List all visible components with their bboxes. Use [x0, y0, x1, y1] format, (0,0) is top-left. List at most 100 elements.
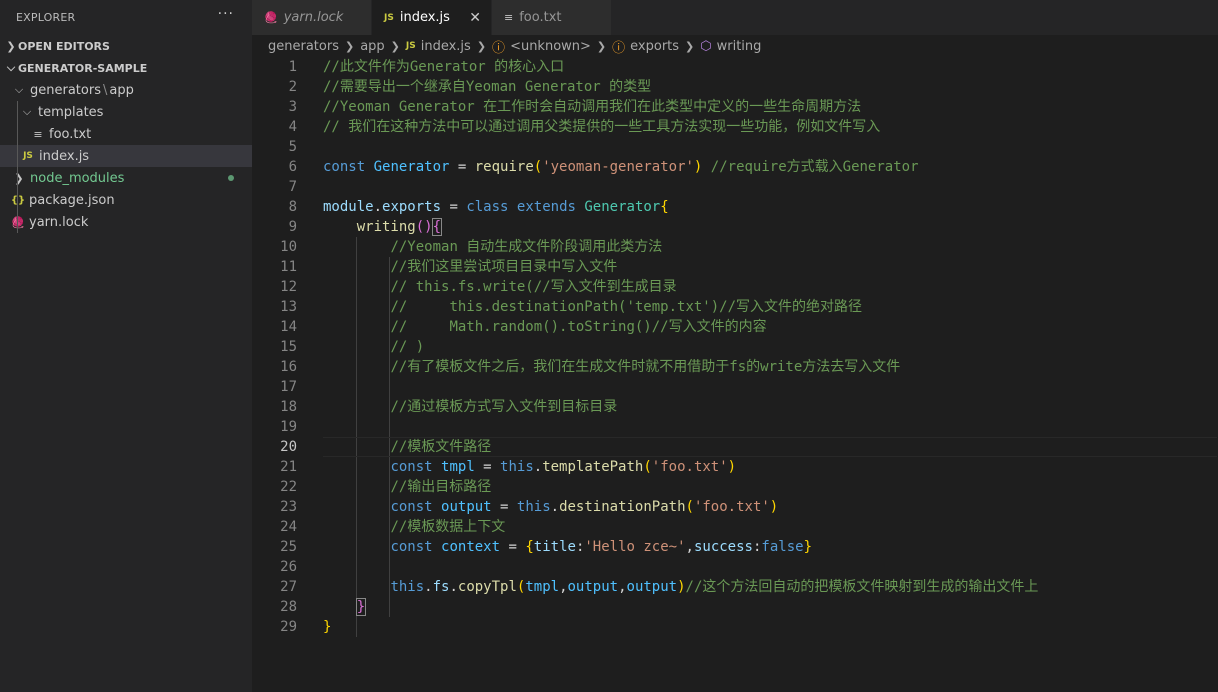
line-content: //模板文件路径 — [323, 437, 491, 457]
line-number: 6 — [288, 159, 297, 175]
breadcrumb-item[interactable]: generators — [268, 39, 339, 54]
code-token: extends — [516, 199, 576, 215]
breadcrumb-item[interactable]: writing — [717, 39, 762, 54]
code-editor[interactable]: 1 //此文件作为Generator 的核心入口 2 //需要导出一个继承自Yeom… — [252, 57, 1218, 692]
code-token: . — [424, 579, 433, 595]
code-line: 23 const output = this.destinationPath('… — [252, 497, 1218, 517]
line-number: 13 — [280, 299, 297, 315]
code-line: 26 — [252, 557, 1218, 577]
line-content: //Yeoman 自动生成文件阶段调用此类方法 — [323, 237, 662, 257]
line-number: 19 — [280, 419, 297, 435]
code-line: 21 const tmpl = this.templatePath('foo.t… — [252, 457, 1218, 477]
line-content: //模板数据上下文 — [323, 517, 505, 537]
code-token: // ) — [390, 339, 425, 355]
breadcrumb-item[interactable]: exports — [630, 39, 679, 54]
code-token: . — [550, 499, 560, 515]
breadcrumb-item[interactable]: <unknown> — [510, 39, 591, 54]
line-number: 3 — [288, 99, 297, 115]
line-number: 12 — [280, 279, 297, 295]
chevron-right-icon: ❯ — [685, 39, 695, 53]
line-number: 9 — [288, 219, 297, 235]
tab-index-js[interactable]: JS index.js ✕ — [372, 0, 492, 35]
code-token: . — [373, 199, 383, 215]
tree-item-node-modules[interactable]: ❯ node_modules — [0, 167, 252, 189]
breadcrumb-item[interactable]: index.js — [421, 39, 471, 54]
code-token: module — [323, 199, 374, 215]
tree-item-index-js[interactable]: JS index.js — [0, 145, 252, 167]
code-token: class — [466, 199, 509, 215]
tree-label-node-modules: node_modules — [30, 170, 125, 186]
chevron-right-icon: ❯ — [14, 171, 24, 185]
tab-foo-txt[interactable]: ≡ foo.txt — [492, 0, 612, 35]
line-content: const context = {title:'Hello zce~',succ… — [323, 537, 812, 557]
code-token: //此文件作为Generator 的核心入口 — [323, 59, 565, 75]
code-token: 'foo.txt' — [693, 499, 770, 515]
tree-label-app: app — [109, 82, 134, 98]
line-number: 11 — [280, 259, 297, 275]
symbol-icon: ⓘ — [612, 40, 626, 56]
line-content: //我们这里尝试项目目录中写入文件 — [323, 257, 617, 277]
line-content: this.fs.copyTpl(tmpl,output,output)//这个方… — [323, 577, 1038, 597]
chevron-down-icon: ⌵ — [6, 61, 16, 74]
explorer-title: EXPLORER — [16, 11, 76, 24]
modified-dot-icon — [228, 175, 234, 181]
code-token: //模板文件路径 — [390, 439, 492, 455]
line-content: //有了模板文件之后，我们在生成文件时就不用借助于fs的write方法去写入文件 — [323, 357, 900, 377]
js-file-icon: JS — [405, 41, 416, 51]
line-number: 10 — [280, 239, 297, 255]
code-line: 22 //输出目标路径 — [252, 477, 1218, 497]
line-number: 25 — [280, 539, 297, 555]
line-number: 18 — [280, 399, 297, 415]
code-token: Generator — [584, 199, 661, 215]
line-content: const Generator = require('yeoman-genera… — [323, 157, 919, 177]
code-token: ) — [677, 579, 686, 595]
code-line: 20 //模板文件路径 — [252, 437, 1218, 457]
chevron-down-icon: ⌵ — [22, 105, 32, 118]
code-token: const — [390, 539, 433, 555]
code-line: 27 this.fs.copyTpl(tmpl,output,output)//… — [252, 577, 1218, 597]
open-editors-section[interactable]: ❯ OPEN EDITORS — [0, 35, 252, 57]
line-number: 8 — [288, 199, 297, 215]
code-token: } — [355, 598, 367, 616]
close-icon[interactable]: ✕ — [469, 10, 481, 26]
code-token: 'yeoman-generator' — [542, 159, 694, 175]
project-section[interactable]: ⌵ GENERATOR-SAMPLE — [0, 57, 252, 79]
explorer-header: EXPLORER ··· — [0, 0, 252, 35]
code-token: ( — [533, 159, 543, 175]
chevron-right-icon: ❯ — [344, 39, 355, 53]
code-line: 11 //我们这里尝试项目目录中写入文件 — [252, 257, 1218, 277]
code-token: Generator — [373, 159, 450, 175]
code-token: } — [323, 619, 332, 635]
code-token: false — [761, 539, 804, 555]
code-token: . — [449, 579, 458, 595]
tree-item-package-json[interactable]: {} package.json — [0, 189, 252, 211]
code-token: //require方式载入Generator — [702, 159, 919, 175]
more-actions-icon[interactable]: ··· — [218, 6, 234, 22]
tree-item-templates[interactable]: ⌵ templates — [0, 101, 252, 123]
code-line: 3 //Yeoman Generator 在工作时会自动调用我们在此类型中定义的一… — [252, 97, 1218, 117]
code-line: 6 const Generator = require('yeoman-gener… — [252, 157, 1218, 177]
tab-yarn-lock[interactable]: 🧶 yarn.lock — [252, 0, 372, 35]
line-content: const tmpl = this.templatePath('foo.txt'… — [323, 457, 736, 477]
code-token: { — [431, 218, 443, 236]
code-token: output — [441, 499, 492, 515]
line-number: 21 — [280, 459, 297, 475]
line-content: //Yeoman Generator 在工作时会自动调用我们在此类型中定义的一些… — [323, 97, 861, 117]
code-line: 28 } — [252, 597, 1218, 617]
tree-item-generators[interactable]: ⌵ generators \ app — [0, 79, 252, 101]
breadcrumb-item[interactable]: app — [360, 39, 384, 54]
tree-indent-guide — [17, 101, 18, 233]
chevron-right-icon: ❯ — [6, 39, 16, 53]
tree-item-yarn-lock[interactable]: 🧶 yarn.lock — [0, 211, 252, 233]
code-token: exports — [382, 199, 442, 215]
project-label: GENERATOR-SAMPLE — [18, 61, 148, 75]
line-number: 29 — [280, 619, 297, 635]
code-line: 12 // this.fs.write(//写入文件到生成目录 — [252, 277, 1218, 297]
code-token: this — [390, 579, 425, 595]
chevron-down-icon: ⌵ — [14, 83, 24, 96]
yarn-icon: 🧶 — [10, 216, 26, 229]
code-token: tmpl — [441, 459, 475, 475]
editor-tabs: 🧶 yarn.lock JS index.js ✕ ≡ foo.txt — [252, 0, 1218, 35]
code-line: 29} — [252, 617, 1218, 637]
tree-item-foo-txt[interactable]: ≡ foo.txt — [0, 123, 252, 145]
